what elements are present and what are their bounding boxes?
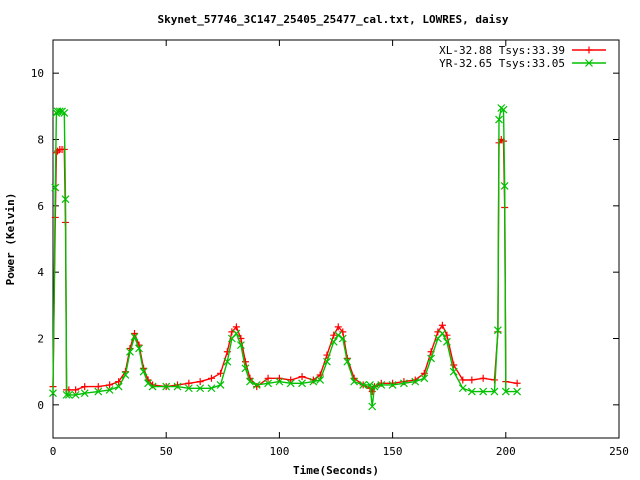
x-axis-label: Time(Seconds): [293, 464, 379, 477]
chart-title: Skynet_57746_3C147_25405_25477_cal.txt, …: [158, 13, 509, 26]
x-tick-label: 50: [160, 445, 173, 458]
data-point: [438, 329, 447, 338]
y-tick-label: 4: [37, 266, 44, 279]
x-tick-label: 200: [496, 445, 516, 458]
y-tick-label: 10: [31, 67, 44, 80]
data-point: [196, 378, 204, 386]
series-line: [52, 106, 518, 407]
series-line: [52, 138, 518, 394]
y-axis-label: Power (Kelvin): [4, 193, 17, 286]
legend-label: YR-32.65 Tsys:33.05: [439, 57, 565, 70]
chart: Skynet_57746_3C147_25405_25477_cal.txt, …: [4, 13, 629, 477]
legend: XL-32.88 Tsys:33.39YR-32.65 Tsys:33.05: [439, 44, 606, 70]
legend-label: XL-32.88 Tsys:33.39: [439, 44, 565, 57]
data-point: [81, 383, 89, 391]
y-tick-label: 2: [37, 333, 44, 346]
data-point: [298, 373, 306, 381]
data-point: [207, 374, 215, 382]
y-tick-label: 6: [37, 200, 44, 213]
x-tick-label: 150: [383, 445, 403, 458]
data-point: [275, 374, 283, 382]
x-tick-label: 0: [50, 445, 57, 458]
legend-marker: [585, 46, 593, 54]
series-layer: [49, 104, 522, 411]
x-tick-label: 250: [609, 445, 629, 458]
series-2: [49, 104, 522, 411]
data-point: [479, 374, 487, 382]
data-point: [458, 384, 467, 393]
plot-frame: [52, 39, 620, 439]
x-tick-label: 100: [269, 445, 289, 458]
x-axis: 0 50 100 150 200 250: [50, 40, 629, 458]
y-tick-label: 8: [37, 134, 44, 147]
data-point: [513, 379, 521, 387]
y-tick-label: 0: [37, 399, 44, 412]
data-point: [468, 376, 476, 384]
